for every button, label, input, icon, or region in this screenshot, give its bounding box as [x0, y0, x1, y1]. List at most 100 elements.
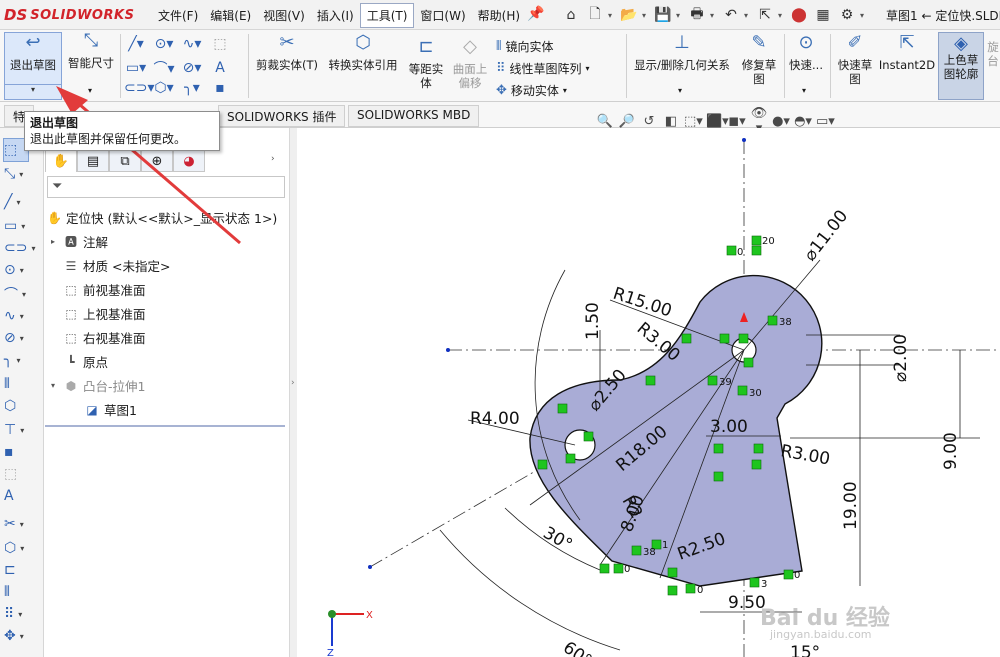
offset-surface-button[interactable]: ◇ 曲面上偏移 [450, 38, 490, 91]
centerline-endpoint[interactable] [742, 138, 746, 142]
new-dropdown-icon[interactable]: ▾ [608, 11, 616, 20]
relation-marker[interactable] [685, 583, 696, 594]
relations-dropdown-icon[interactable]: ▾ [678, 86, 682, 95]
dimension-r15[interactable]: R15.00 [610, 284, 674, 322]
line-icon[interactable]: ╱▾ [124, 36, 148, 52]
linear-pattern-button[interactable]: ⠿ 线性草图阵列 ▾ [496, 60, 590, 77]
relation-marker[interactable] [751, 459, 762, 470]
menu-tools[interactable]: 工具(T) [359, 2, 415, 28]
dimension-3-00[interactable]: 3.00 [710, 417, 748, 437]
zoom-area-icon[interactable]: 🔎 [618, 114, 636, 129]
convert-entities-button[interactable]: ⬡ 转换实体引用 [324, 34, 402, 73]
zoom-to-fit-icon[interactable]: 🔍 [596, 114, 614, 129]
view-settings-icon[interactable]: ▭▾ [816, 114, 835, 129]
relation-marker[interactable] [631, 545, 642, 556]
home-icon[interactable]: ⌂ [560, 4, 582, 26]
relation-marker[interactable] [713, 443, 724, 454]
save-icon[interactable]: 💾 [652, 4, 674, 26]
dimension-angle-30[interactable]: 30° [540, 523, 576, 555]
smart-dim-small-icon[interactable]: ⤡ ▾ [4, 164, 40, 184]
pin-icon[interactable]: 📌 [527, 6, 544, 22]
edit-appearance-icon[interactable]: ●▾ [772, 114, 790, 129]
ellipse-small-icon[interactable]: ⊘ ▾ [4, 328, 40, 348]
select-dropdown-icon[interactable]: ▾ [778, 11, 786, 20]
dimension-9-00[interactable]: 9.00 [941, 432, 961, 470]
tree-item-material[interactable]: ☰ 材质 <未指定> [51, 256, 171, 275]
circle-icon[interactable]: ⊙▾ [152, 36, 176, 52]
relation-marker[interactable] [749, 577, 760, 588]
centerline-small-icon[interactable]: ⊤ ▾ [4, 420, 40, 440]
smart-dimension-button[interactable]: ⤡ 智能尺寸 [64, 32, 118, 71]
relation-marker[interactable] [707, 375, 718, 386]
partial-rotate-button[interactable]: 旋台 [986, 40, 1000, 68]
configuration-manager-tab-icon[interactable]: ⧉ [109, 150, 141, 172]
relation-marker[interactable] [537, 459, 548, 470]
undo-icon[interactable]: ↶ [720, 4, 742, 26]
mirror-small-icon[interactable]: ⫴ [4, 374, 40, 394]
pattern-small-icon[interactable]: ⠿ ▾ [4, 604, 40, 624]
tab-solidworks-mbd[interactable]: SOLIDWORKS MBD [348, 105, 480, 127]
save-dropdown-icon[interactable]: ▾ [676, 11, 684, 20]
property-manager-tab-icon[interactable]: ▤ [77, 150, 109, 172]
quick-snaps-button[interactable]: ⊙ 快速... [786, 34, 826, 73]
centerline-endpoint[interactable] [446, 348, 450, 352]
dimension-angle-15[interactable]: 15° [790, 643, 820, 657]
menu-view[interactable]: 视图(V) [257, 4, 311, 27]
menu-help[interactable]: 帮助(H) [472, 4, 526, 27]
relation-marker[interactable] [681, 333, 692, 344]
feature-manager-tab-icon[interactable]: ✋ [45, 150, 77, 172]
spline-icon[interactable]: ∿▾ [180, 36, 204, 52]
expand-arrow-icon[interactable]: ▸ [51, 237, 59, 246]
relation-marker[interactable] [713, 471, 724, 482]
menu-file[interactable]: 文件(F) [152, 4, 204, 27]
menu-window[interactable]: 窗口(W) [414, 4, 471, 27]
display-manager-tab-icon[interactable]: ◕ [173, 150, 205, 172]
quick-snaps-dropdown-icon[interactable]: ▾ [802, 86, 806, 95]
options-dropdown-icon[interactable]: ▾ [860, 11, 868, 20]
collapse-arrow-icon[interactable]: ▾ [51, 381, 59, 390]
view-orientation-icon[interactable]: ⬛▾ [706, 114, 729, 129]
relation-marker[interactable] [645, 375, 656, 386]
line-small-icon[interactable]: ╱ ▾ [4, 192, 40, 212]
fillet-small-icon[interactable]: ╮ ▾ [4, 350, 40, 370]
polygon-small-icon[interactable]: ⬡ [4, 396, 40, 416]
relation-marker[interactable] [751, 235, 762, 246]
text-icon[interactable]: A [208, 60, 232, 76]
traffic-light-icon[interactable]: ⬤ [788, 4, 810, 26]
offset-small-icon[interactable]: ⊏ [4, 560, 40, 580]
open-folder-icon[interactable]: 📂 [618, 4, 640, 26]
sketch-canvas[interactable]: ⌀11.00 R15.00 R3.00 1.50 ⌀2.00 ⌀2.50 R4.… [297, 128, 1000, 657]
apply-scene-icon[interactable]: ◓▾ [794, 114, 812, 129]
tree-filter[interactable]: ⏷ [47, 176, 285, 198]
centerline-endpoint[interactable] [368, 565, 372, 569]
tree-item-origin[interactable]: ┗ 原点 [51, 352, 108, 371]
dimension-d2[interactable]: ⌀2.00 [891, 334, 911, 382]
display-relations-button[interactable]: ⊥ 显示/删除几何关系 [630, 34, 734, 73]
relation-marker[interactable] [767, 315, 778, 326]
relation-marker[interactable] [753, 443, 764, 454]
relation-marker[interactable] [783, 569, 794, 580]
slot-small-icon[interactable]: ⊂⊃ ▾ [4, 238, 40, 258]
panel-splitter[interactable]: › [289, 128, 297, 657]
tree-item-annotations[interactable]: ▸ 🅰 注解 [51, 232, 108, 251]
rectangle-small-icon[interactable]: ▭ ▾ [4, 216, 40, 236]
arc-small-icon[interactable]: ⌒ ▾ [4, 284, 40, 304]
dimension-r4[interactable]: R4.00 [470, 409, 520, 429]
dimension-1-50[interactable]: 1.50 [583, 302, 603, 340]
shaded-sketch-contours-button[interactable]: ◈ 上色草图轮廓 [938, 32, 984, 100]
arc-icon[interactable]: ⌒▾ [152, 58, 176, 78]
convert-small-icon[interactable]: ⬡ ▾ [4, 538, 40, 558]
options-gear-icon[interactable]: ⚙ [836, 4, 858, 26]
tree-item-sketch1[interactable]: ◪ 草图1 [85, 400, 137, 419]
collapse-panel-icon[interactable]: › [291, 378, 295, 388]
relation-marker[interactable] [583, 431, 594, 442]
relation-marker[interactable] [751, 245, 762, 256]
relation-marker[interactable] [719, 333, 730, 344]
graphics-area[interactable]: ⌀11.00 R15.00 R3.00 1.50 ⌀2.00 ⌀2.50 R4.… [297, 128, 1000, 657]
tree-item-boss-extrude[interactable]: ▾ ⬢ 凸台-拉伸1 [51, 376, 145, 395]
file-properties-icon[interactable]: ▦ [812, 4, 834, 26]
select-pointer-icon[interactable]: ⇱ [754, 4, 776, 26]
tree-item-front-plane[interactable]: ⬚ 前视基准面 [51, 280, 145, 299]
dynamic-annotation-icon[interactable]: ⬚▾ [684, 114, 703, 129]
repair-sketch-button[interactable]: ✎ 修复草图 [738, 34, 780, 87]
